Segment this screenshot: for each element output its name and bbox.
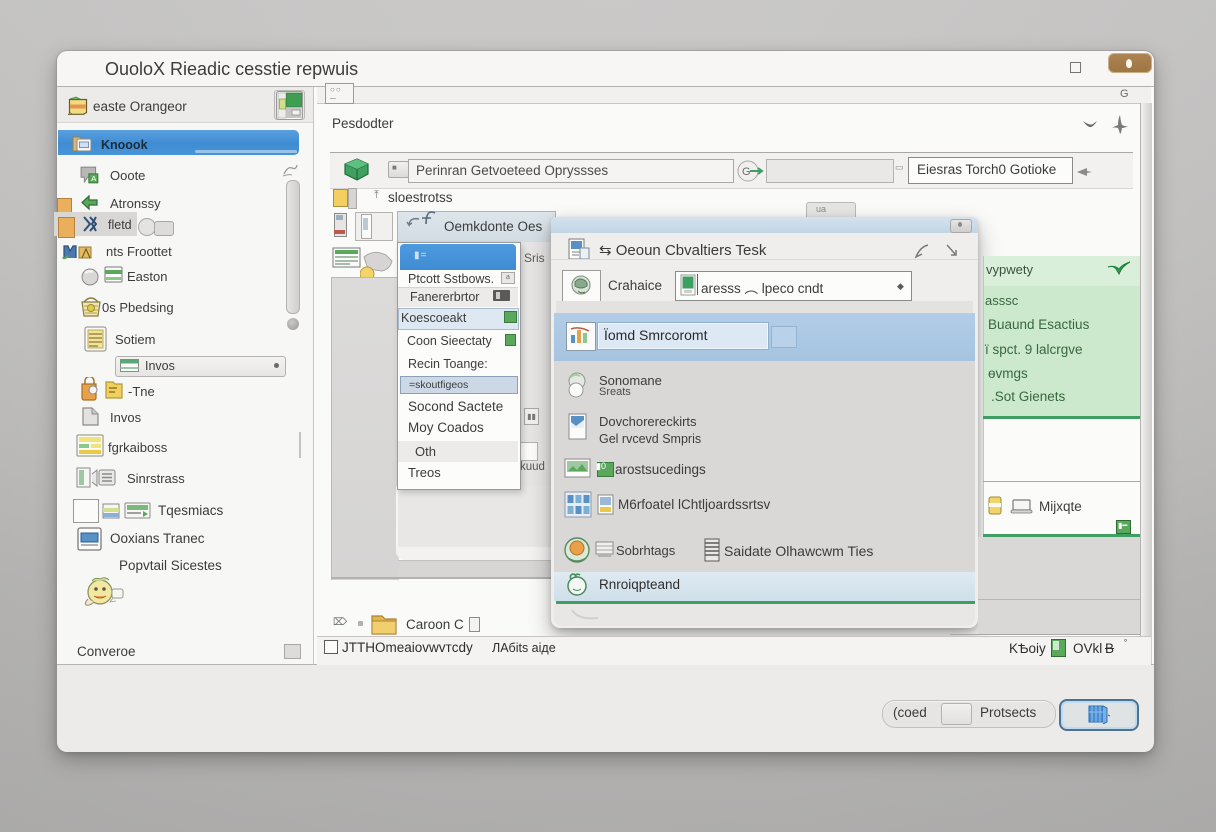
svg-text:A: A (91, 174, 97, 183)
svg-text:G: G (742, 166, 751, 178)
